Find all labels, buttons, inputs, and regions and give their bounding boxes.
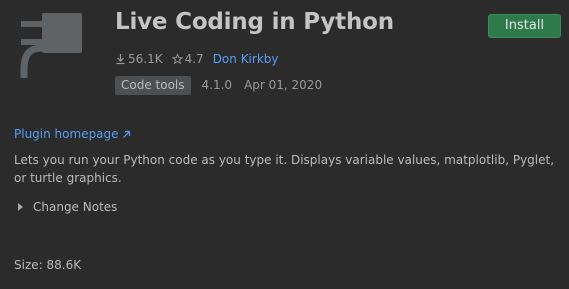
plugin-tags: Code tools 4.1.0 Apr 01, 2020 [115, 75, 322, 95]
plugin-homepage-link[interactable]: Plugin homepage [14, 127, 131, 141]
category-tag[interactable]: Code tools [115, 75, 191, 95]
plugin-date: Apr 01, 2020 [244, 78, 323, 92]
plugin-description: Lets you run your Python code as you typ… [14, 153, 555, 185]
downloads-count: 56.1K [128, 52, 163, 66]
plugin-size: Size: 88.6K [14, 258, 82, 272]
external-link-icon [122, 130, 130, 138]
plugin-meta: 56.1K 4.7 Don Kirkby [115, 51, 279, 67]
change-notes-label: Change Notes [33, 200, 118, 214]
vendor-link[interactable]: Don Kirkby [213, 52, 279, 66]
change-notes-toggle[interactable]: Change Notes [18, 200, 117, 214]
expand-arrow-icon [18, 203, 23, 211]
downloads: 56.1K [115, 52, 163, 66]
download-icon [116, 54, 125, 65]
plug-icon [20, 13, 82, 78]
plugin-homepage-label: Plugin homepage [14, 127, 119, 141]
plugin-title: Live Coding in Python [115, 9, 394, 35]
star-icon [171, 53, 183, 65]
rating: 4.7 [171, 52, 204, 66]
plugin-version: 4.1.0 [201, 78, 233, 92]
rating-value: 4.7 [184, 52, 204, 66]
install-button[interactable]: Install [488, 14, 561, 38]
